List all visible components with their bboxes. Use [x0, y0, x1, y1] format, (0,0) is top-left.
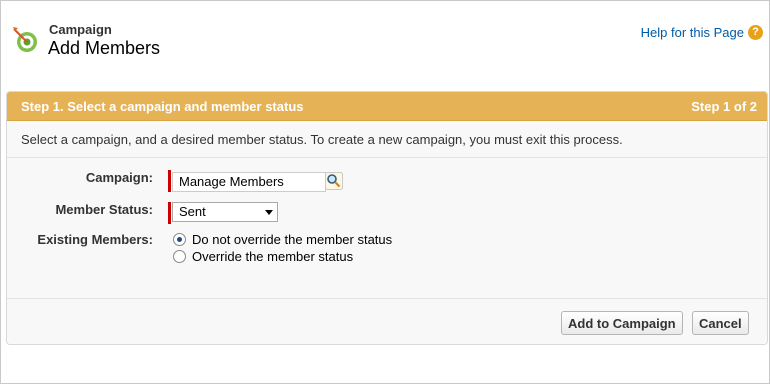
chevron-down-icon	[265, 210, 273, 215]
add-to-campaign-button[interactable]: Add to Campaign	[561, 311, 683, 335]
step-title: Step 1. Select a campaign and member sta…	[21, 98, 304, 114]
member-status-select[interactable]: Sent	[172, 202, 278, 222]
help-link[interactable]: Help for this Page	[641, 25, 744, 40]
step-description: Select a campaign, and a desired member …	[7, 121, 767, 158]
cancel-button[interactable]: Cancel	[692, 311, 749, 335]
step-header: Step 1. Select a campaign and member sta…	[7, 92, 767, 121]
page-frame: Campaign Add Members Help for this Page …	[0, 0, 770, 384]
member-status-value: Sent	[179, 204, 206, 219]
radio-label: Do not override the member status	[192, 232, 393, 247]
existing-members-label: Existing Members:	[37, 232, 153, 247]
radio-option-override[interactable]: Override the member status	[173, 249, 353, 264]
campaign-target-icon	[13, 27, 37, 52]
radio-button[interactable]	[173, 250, 186, 263]
page-title: Add Members	[48, 38, 161, 58]
member-status-label: Member Status:	[55, 202, 153, 217]
lookup-icon[interactable]	[325, 172, 343, 190]
page-kicker: Campaign	[49, 22, 112, 37]
radio-button[interactable]	[173, 233, 186, 246]
radio-label: Override the member status	[192, 249, 354, 264]
campaign-form: Campaign: Manage Members Member Status: …	[7, 158, 767, 298]
radio-option-no-override[interactable]: Do not override the member status	[173, 232, 392, 247]
campaign-input[interactable]: Manage Members	[172, 172, 326, 192]
campaign-label: Campaign:	[85, 170, 153, 185]
button-bar: Add to Campaign Cancel	[7, 298, 767, 344]
help-area: Help for this Page ?	[641, 23, 763, 41]
required-marker	[168, 202, 171, 224]
help-icon[interactable]: ?	[748, 24, 763, 40]
page-header: Campaign Add Members Help for this Page …	[11, 19, 763, 67]
required-marker	[168, 170, 171, 192]
step-progress: Step 1 of 2	[691, 98, 757, 114]
step-panel: Step 1. Select a campaign and member sta…	[6, 91, 768, 345]
